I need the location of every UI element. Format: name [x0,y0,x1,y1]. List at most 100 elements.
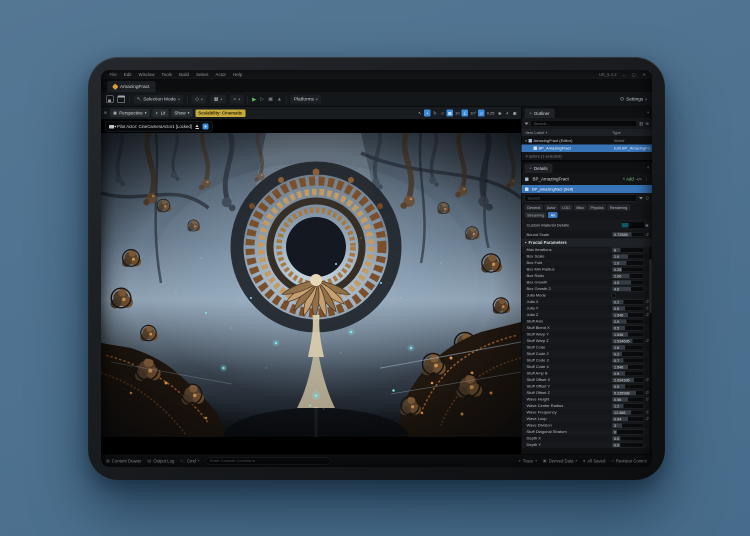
tab-outliner[interactable]: ≡ Outliner [525,109,555,119]
bound-scale-slider[interactable]: 0.72588 [612,232,644,237]
outliner-row[interactable]: BP_AmazingFractEdit BP_AmazingFract [522,145,653,153]
selection-mode-button[interactable]: ↖ Selection Mode▾ [134,95,184,104]
filter-chip-rendering[interactable]: Rendering [607,205,629,211]
property-value-slider[interactable]: 0.5 [612,325,644,330]
property-value-slider[interactable]: 0.25 [612,267,644,272]
more-options-icon[interactable]: ⋮ [645,177,649,182]
menu-item-build[interactable]: Build [176,72,193,77]
eject-button[interactable]: ▲ [277,97,282,103]
outliner-search-input[interactable] [531,120,637,127]
property-value-slider[interactable]: 0 [612,429,644,434]
scrollbar-thumb[interactable] [650,259,652,313]
viewport-lock-toggle[interactable] [202,124,208,130]
property-value-slider[interactable]: 3 [612,423,644,428]
property-value-slider[interactable]: 5.235988 [612,390,644,395]
snap-value[interactable]: 0.25 [486,110,496,117]
filter-chip-all[interactable]: All [548,212,557,218]
level-tab[interactable]: AmazingFract [107,81,155,92]
property-value-slider[interactable]: 1.0 [612,260,644,265]
save-icon[interactable] [106,96,114,104]
menu-item-actor[interactable]: Actor [212,72,230,77]
property-value-slider[interactable]: 0.5 [612,306,644,311]
panel-menu-icon[interactable]: ▾ [647,111,649,115]
viewport-options-icon[interactable]: ≡ [104,110,107,116]
content-drawer-button[interactable]: ▦Content Drawer [106,458,142,463]
menu-item-help[interactable]: Help [230,72,246,77]
output-log-button[interactable]: ▤Output Log [148,458,175,463]
gizmo-icon[interactable]: ◉ [497,110,504,117]
property-value-slider[interactable]: 4.0 [612,286,644,291]
property-value-slider[interactable]: 2.094395 [612,377,644,382]
snap-value[interactable]: 10° [469,110,477,117]
cmd-dropdown[interactable]: >_Cmd▾ [180,458,199,463]
component-self-row[interactable]: BP_amazingfract (Self) [522,185,653,193]
property-value-slider[interactable]: 1.546 [612,312,644,317]
show-dropdown[interactable]: Show▾ [171,109,192,117]
gizmo-icon[interactable]: ↖ [417,110,424,117]
edit-blueprint-icon[interactable]: </> [636,177,642,182]
property-value-slider[interactable]: 0.5 [612,371,644,376]
property-value-slider[interactable]: 1.546 [612,332,644,337]
content-browser-icon[interactable] [118,96,126,104]
property-value-slider[interactable]: 2.0 [612,254,644,259]
property-value-slider[interactable]: 12.566 [612,410,644,415]
stop-piloting-icon[interactable] [195,124,200,129]
eyedropper-icon[interactable]: ◉ [644,223,650,228]
details-filter-icon[interactable] [639,197,643,200]
menu-item-edit[interactable]: Edit [120,72,135,77]
viewport-canvas[interactable]: Pilot Actor: CineCameraActor1 [Locked] [101,119,521,454]
color-swatch[interactable] [621,222,644,228]
gizmo-icon[interactable]: ▱ [439,110,446,117]
property-value-slider[interactable]: 0.2 [612,351,644,356]
property-value-slider[interactable]: 2.0 [612,319,644,324]
derived-data-dropdown[interactable]: ▣Derived Data▾ [543,458,577,463]
filter-funnel-icon[interactable] [525,122,529,125]
frame-skip-button[interactable]: ▷ [260,97,264,103]
menu-item-select[interactable]: Select [193,72,213,77]
property-checkbox[interactable] [612,293,617,298]
outliner-column-headers[interactable]: Item Label▾ Type [522,129,653,137]
view-mode-dropdown[interactable]: ◐Lit [153,109,169,117]
maximize-button[interactable]: ▢ [631,72,637,77]
settings-dropdown[interactable]: ⊙ Settings▾ [620,97,647,103]
property-value-slider[interactable]: 4.0 [612,280,644,285]
filter-chip-physics[interactable]: Physics [588,205,606,211]
gizmo-icon[interactable]: ▣ [512,110,519,117]
section-header[interactable]: ▾ Fractal Parameters [522,239,653,247]
property-value-slider[interactable]: 0.56 [612,397,644,402]
add-component-button[interactable]: + Add [623,177,634,182]
details-scrollbar[interactable] [650,247,652,455]
platforms-dropdown[interactable]: Platforms▾ [290,95,321,104]
filter-chip-streaming[interactable]: Streaming [525,212,547,218]
camera-mode-dropdown[interactable]: ◉Perspective▾ [110,109,150,117]
property-value-slider[interactable]: 1.6 [612,345,644,350]
property-value-slider[interactable]: 0.2 [612,299,644,304]
property-value-slider[interactable]: 2.06 [612,273,644,278]
menu-item-file[interactable]: File [106,72,120,77]
menu-item-window[interactable]: Window [135,72,158,77]
gizmo-icon[interactable]: ▦ [447,110,454,117]
property-value-slider[interactable]: 1.2 [612,403,644,408]
gizmo-icon[interactable]: ↻ [432,110,439,117]
filter-chip-misc[interactable]: Misc [574,205,587,211]
console-command-input[interactable] [205,457,330,464]
close-button[interactable]: ✕ [642,72,647,77]
property-value-slider[interactable]: 0.7 [612,358,644,363]
gizmo-icon[interactable]: + [424,110,431,117]
panel-menu-icon[interactable]: ▾ [647,166,649,170]
blueprints-dropdown[interactable]: ◇▾ [192,95,207,104]
filter-chip-lod[interactable]: LOD [560,205,573,211]
outliner-view-options-icon[interactable]: ▥ [639,121,643,127]
snap-value[interactable]: 10 [454,110,461,117]
property-value-slider[interactable]: 0.5 [612,384,644,389]
gizmo-icon[interactable]: ▱ [478,110,485,117]
play-button[interactable]: ▶ [252,96,256,103]
scalability-badge[interactable]: Scalability: Cinematic [195,109,245,117]
outliner-add-icon[interactable]: ⊕ [645,121,649,127]
trace-button[interactable]: ◑Trace▾ [518,458,537,463]
menu-item-tools[interactable]: Tools [158,72,176,77]
save-status[interactable]: ●All Saved [583,458,605,463]
gizmo-icon[interactable]: ∠ [462,110,469,117]
misc-dropdown[interactable]: ○▾ [230,95,244,104]
details-settings-icon[interactable]: ⊙ [645,195,649,201]
